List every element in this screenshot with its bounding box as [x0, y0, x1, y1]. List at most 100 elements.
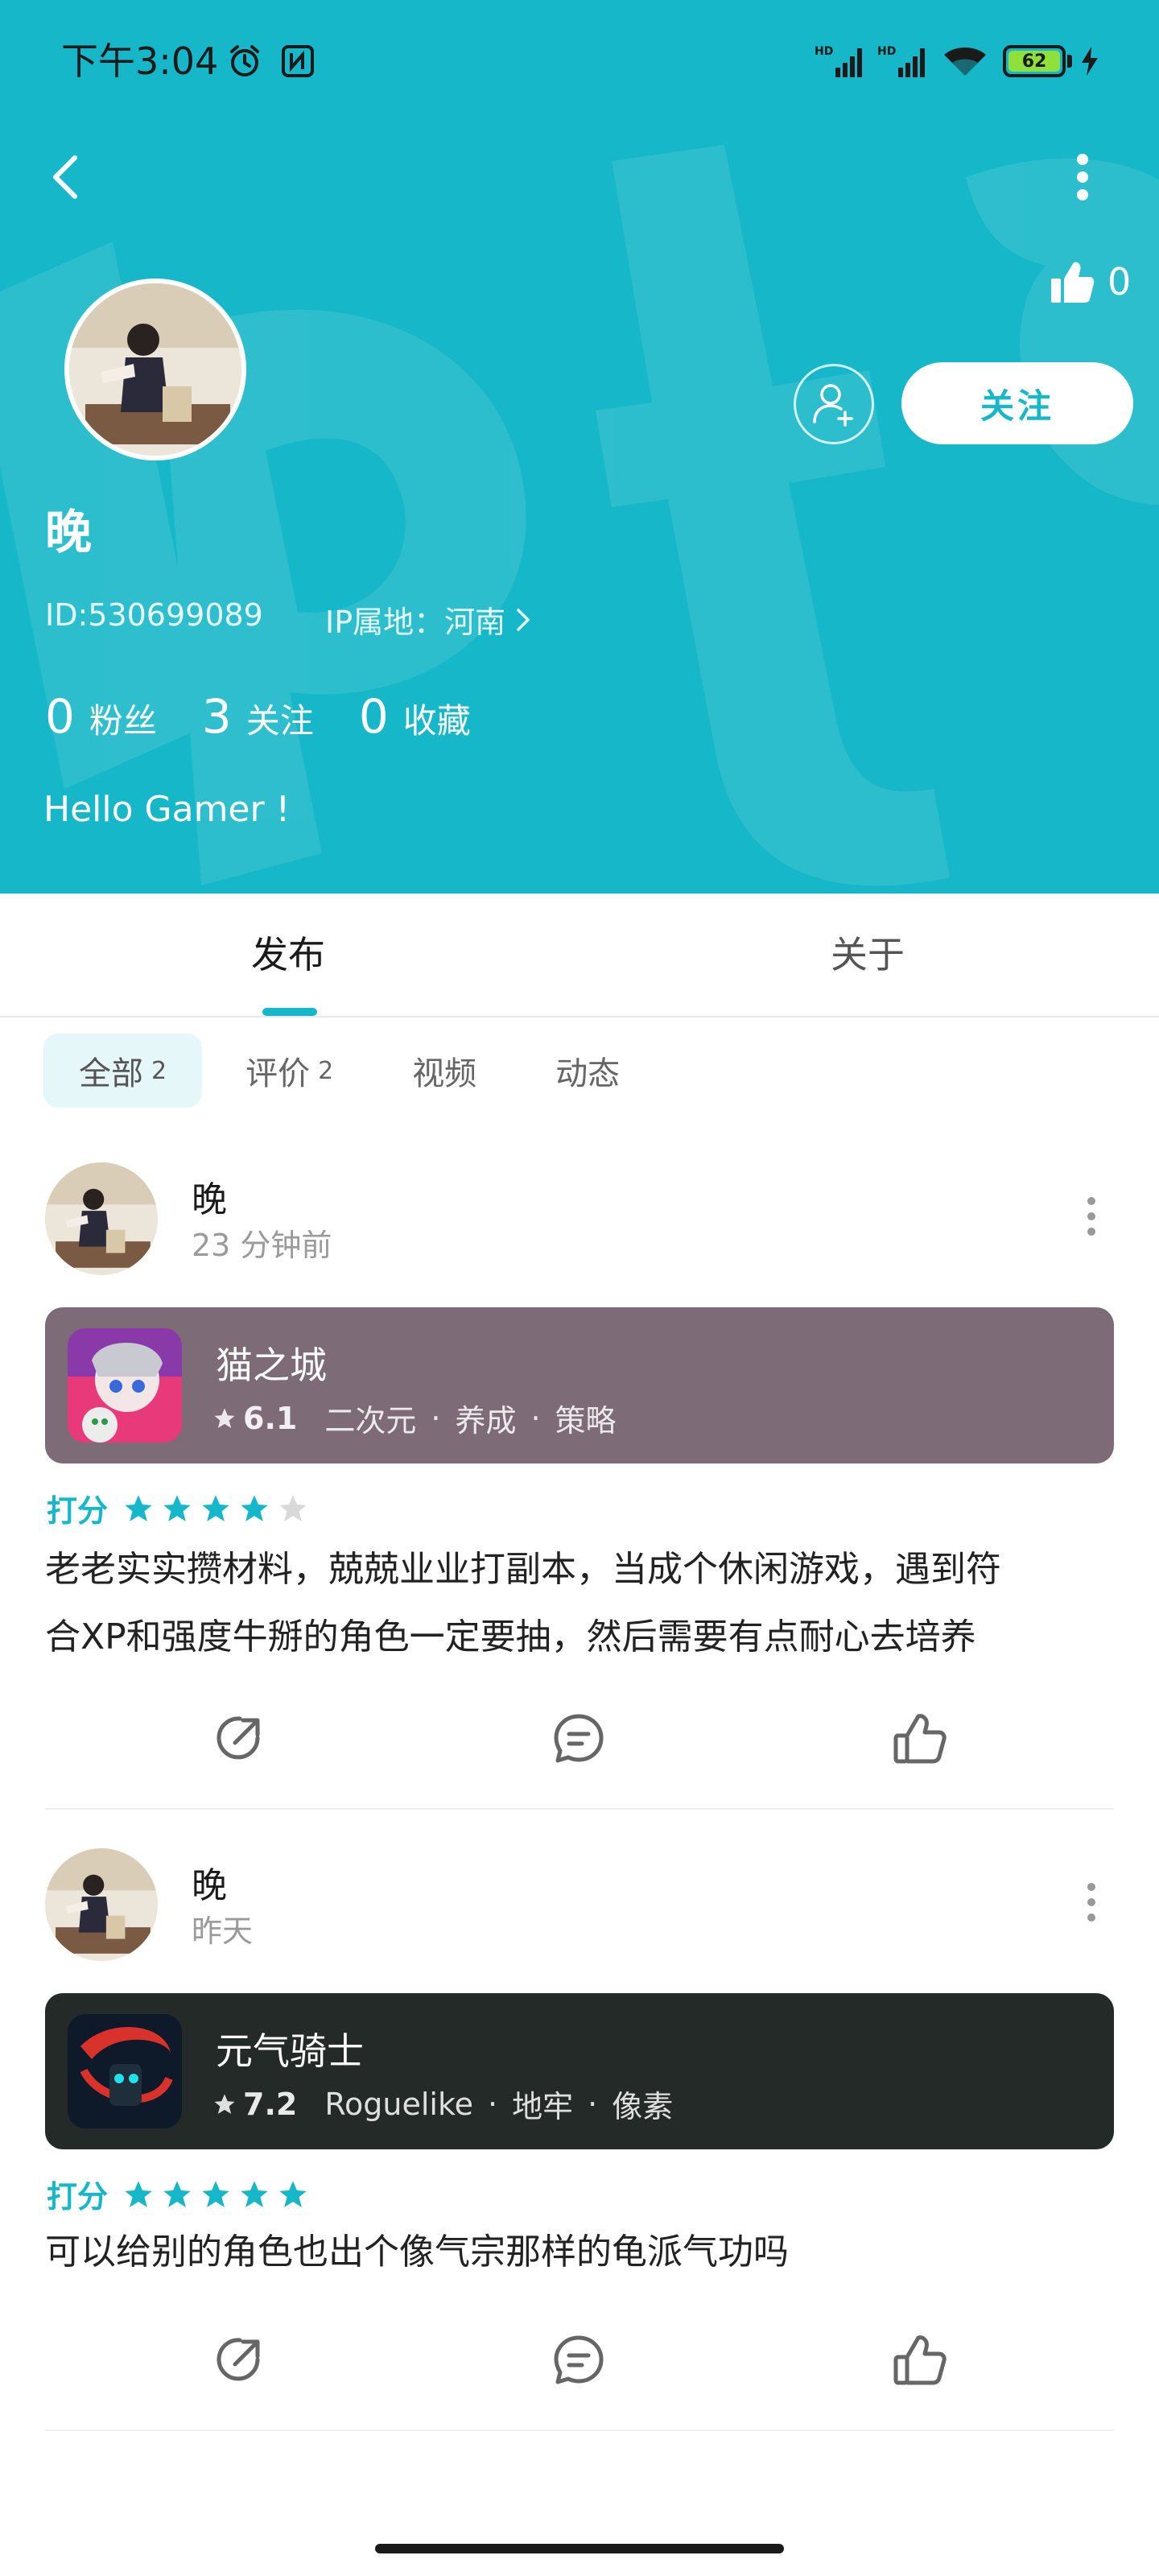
game-title: 元气骑士 — [216, 2029, 364, 2073]
tag-separator: · — [431, 1400, 441, 1436]
chip-label: 评价 — [245, 1055, 311, 1092]
game-card[interactable]: 猫之城 6.1 二次元 · 养成 · 策略 — [45, 1307, 1114, 1463]
review-text[interactable]: 老老实实攒材料，兢兢业业打副本，当成个休闲游戏，遇到符 合XP和强度牛掰的角色一… — [45, 1536, 1124, 1671]
like-button[interactable] — [884, 2320, 956, 2401]
avatar-image — [45, 1848, 158, 1961]
review-line: 合XP和强度牛掰的角色一定要抽，然后需要有点耐心去培养 — [45, 1616, 976, 1657]
tab-publish[interactable]: 发布 — [251, 926, 325, 979]
stat-label: 收藏 — [402, 701, 471, 741]
game-title: 猫之城 — [216, 1344, 327, 1387]
star-filled-icon — [125, 2180, 152, 2207]
thumbs-up-icon — [893, 2335, 947, 2385]
review-text[interactable]: 可以给别的角色也出个像气宗那样的龟派气功吗 — [45, 2219, 1124, 2286]
thumbs-up-icon — [893, 1714, 947, 1764]
post-more-button[interactable] — [1075, 1188, 1107, 1245]
game-tag: 二次元 — [324, 1403, 417, 1439]
share-button[interactable] — [203, 2320, 275, 2401]
battery-level: 62 — [1008, 51, 1060, 72]
stat-favorites[interactable]: 0 收藏 — [359, 689, 471, 744]
charging-icon — [1079, 39, 1101, 84]
game-meta: 6.1 二次元 · 养成 · 策略 — [212, 1396, 617, 1440]
game-score: 7.2 — [243, 2086, 298, 2122]
post-time: 昨天 — [192, 1913, 254, 1949]
share-button[interactable] — [203, 1699, 275, 1779]
add-user-icon — [813, 384, 853, 427]
more-options-button[interactable] — [1054, 145, 1111, 209]
tab-indicator — [262, 1008, 317, 1016]
chip-count: 2 — [151, 1056, 167, 1085]
stat-number: 0 — [45, 689, 75, 744]
stat-following[interactable]: 3 关注 — [202, 689, 314, 744]
game-tag: Roguelike — [324, 2086, 474, 2122]
game-tag: 策略 — [555, 1403, 617, 1439]
main-tabs: 发布 关于 — [0, 894, 1159, 1018]
star-filled-icon — [202, 1494, 229, 1521]
stat-number: 0 — [358, 689, 389, 744]
profile-stats: 0 粉丝 3 关注 0 收藏 — [45, 689, 516, 744]
ip-location-text: IP属地：河南 — [325, 605, 506, 640]
tab-about[interactable]: 关于 — [831, 926, 905, 979]
comment-button[interactable] — [542, 2320, 615, 2401]
game-score: 6.1 — [243, 1400, 298, 1436]
tag-separator: · — [588, 2086, 598, 2122]
back-button[interactable] — [37, 145, 93, 209]
filter-chip-all[interactable]: 全部 2 — [43, 1034, 203, 1108]
comment-button[interactable] — [542, 1699, 615, 1779]
hd-signal-icon: HD — [813, 39, 869, 84]
tag-separator: · — [530, 1400, 541, 1436]
avatar-image — [45, 1162, 158, 1275]
post-divider — [45, 2429, 1114, 2431]
profile-header: 下午3:04 HD HD 62 0 关注 晚 ID:530699089 IP属地… — [0, 0, 1159, 894]
filter-chips: 全部 2 评价 2 视频 动态 — [43, 1034, 663, 1108]
star-filled-icon — [241, 1494, 268, 1521]
filter-chip-videos[interactable]: 视频 — [377, 1034, 512, 1108]
post-time: 23 分钟前 — [192, 1228, 332, 1263]
comment-icon — [554, 2335, 604, 2384]
profile-avatar[interactable] — [64, 279, 246, 460]
profile-id: ID:530699089 — [45, 597, 263, 633]
rating-row: 打分 — [47, 2172, 316, 2216]
like-button[interactable] — [884, 1699, 956, 1779]
more-vertical-icon — [1087, 1197, 1095, 1236]
star-icon — [214, 1408, 235, 1428]
chevron-right-icon — [517, 608, 530, 631]
comment-icon — [554, 1714, 604, 1763]
post-author-name[interactable]: 晚 — [192, 1856, 227, 1908]
avatar-image — [69, 283, 241, 456]
rating-label: 打分 — [47, 1493, 109, 1529]
game-tag: 养成 — [455, 1403, 517, 1439]
filter-chip-moments[interactable]: 动态 — [520, 1034, 655, 1108]
nfc-icon — [277, 39, 319, 84]
star-filled-icon — [125, 1494, 152, 1521]
game-icon — [68, 2014, 182, 2128]
add-friend-button[interactable] — [794, 364, 874, 444]
stat-label: 关注 — [245, 701, 314, 741]
post-divider — [45, 1808, 1114, 1810]
home-indicator[interactable] — [375, 2544, 784, 2553]
post-more-button[interactable] — [1075, 1874, 1107, 1930]
battery-tip — [1067, 55, 1072, 68]
chip-label: 动态 — [555, 1055, 621, 1092]
post-author-name[interactable]: 晚 — [192, 1170, 227, 1222]
chevron-left-icon — [53, 155, 77, 199]
follow-button[interactable]: 关注 — [901, 362, 1133, 444]
ip-location-link[interactable]: IP属地：河南 — [325, 597, 533, 642]
review-line: 可以给别的角色也出个像气宗那样的龟派气功吗 — [45, 2231, 789, 2273]
star-filled-icon — [202, 2180, 229, 2207]
more-vertical-icon — [1087, 1883, 1095, 1922]
game-card[interactable]: 元气骑士 7.2 Roguelike · 地牢 · 像素 — [45, 1993, 1114, 2149]
game-meta: 7.2 Roguelike · 地牢 · 像素 — [212, 2082, 673, 2126]
post-author-avatar[interactable] — [45, 1848, 158, 1961]
game-tag: 地牢 — [512, 2089, 574, 2124]
profile-name: 晚 — [45, 505, 93, 559]
alarm-icon — [224, 39, 266, 84]
wifi-icon — [940, 39, 990, 84]
svg-text:HD: HD — [877, 45, 896, 58]
star-icon — [214, 2094, 235, 2114]
post-author-avatar[interactable] — [45, 1162, 158, 1275]
profile-like-button[interactable]: 0 — [1050, 256, 1131, 308]
filter-chip-reviews[interactable]: 评价 2 — [210, 1034, 369, 1108]
like-count: 0 — [1107, 260, 1132, 303]
stat-number: 3 — [201, 689, 232, 744]
stat-fans[interactable]: 0 粉丝 — [45, 689, 157, 744]
